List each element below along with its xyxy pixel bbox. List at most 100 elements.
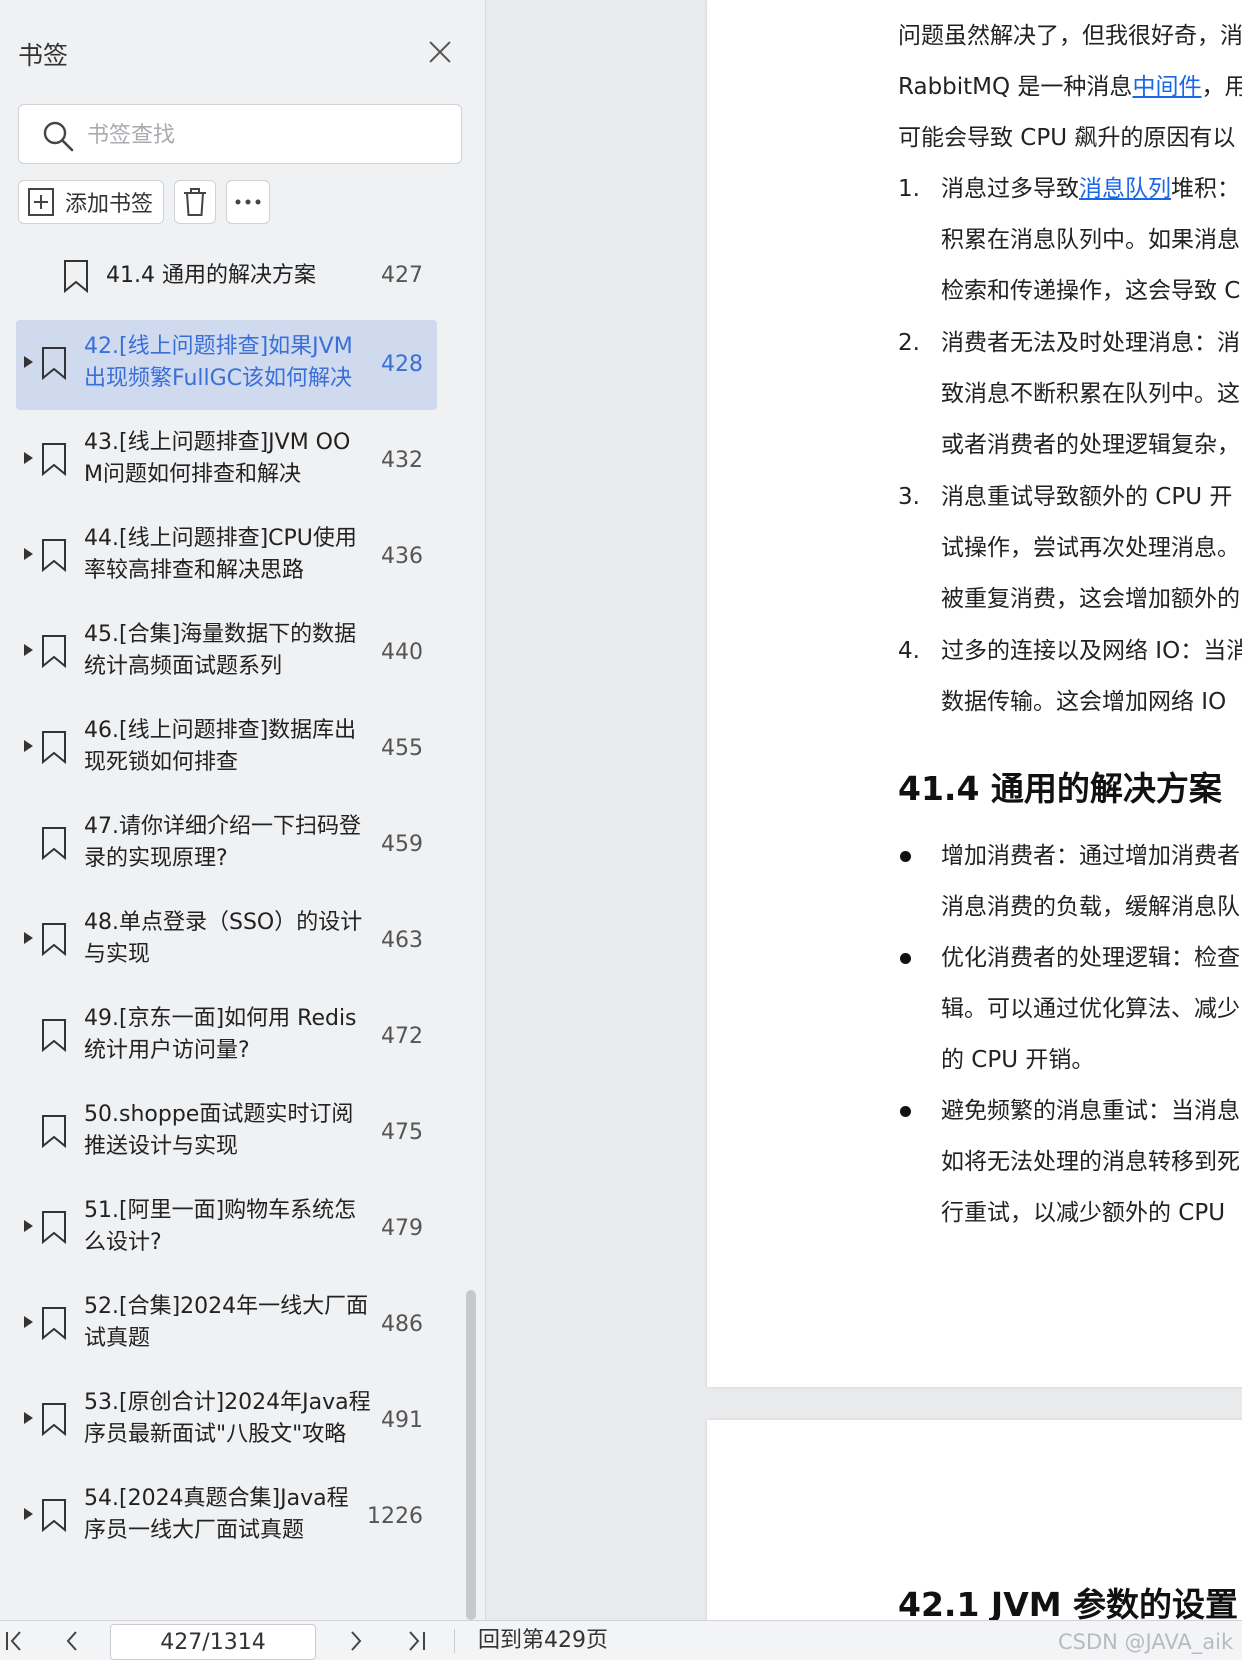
document-page: 问题虽然解决了，但我很好奇，消 RabbitMQ 是一种消息中间件，用 可能会导…	[707, 0, 1242, 1387]
bookmark-item[interactable]: 50.shoppe面试题实时订阅 推送设计与实现 475	[16, 1088, 437, 1178]
bookmark-title: 47.请你详细介绍一下扫码登 录的实现原理?	[84, 814, 361, 871]
bookmark-item[interactable]: 51.[阿里一面]购物车系统怎 么设计? 479	[16, 1184, 437, 1274]
bookmark-title: 42.[线上问题排查]如果JVM 出现频繁FullGC该如何解决	[84, 334, 353, 391]
bookmark-title: 41.4 通用的解决方案	[106, 263, 316, 288]
bookmark-item[interactable]: 41.4 通用的解决方案 427	[16, 250, 437, 302]
expand-arrow-icon[interactable]	[24, 1412, 33, 1424]
paragraph-line: 可能会导致 CPU 飙升的原因有以	[898, 125, 1236, 151]
bookmark-icon	[42, 923, 66, 956]
sidebar-title: 书签	[18, 41, 69, 70]
section-heading: 41.4 通用的解决方案	[898, 769, 1222, 808]
search-icon	[43, 121, 74, 152]
list-item-line: 消息过多导致消息队列堆积：	[941, 176, 1240, 202]
bookmark-title: 48.单点登录（SSO）的设计 与实现	[84, 910, 363, 967]
bullet-line: 如将无法处理的消息转移到死	[941, 1149, 1240, 1175]
expand-arrow-icon[interactable]	[24, 644, 33, 656]
expand-arrow-icon[interactable]	[24, 1316, 33, 1328]
bookmark-item[interactable]: 49.[京东一面]如何用 Redis 统计用户访问量? 472	[16, 992, 437, 1082]
bookmark-icon	[42, 827, 66, 860]
bookmark-title: 54.[2024真题合集]Java程 序员一线大厂面试真题	[84, 1486, 349, 1543]
last-page-icon[interactable]	[402, 1627, 430, 1655]
expand-arrow-icon[interactable]	[24, 1220, 33, 1232]
bookmark-icon	[42, 443, 66, 476]
bookmark-icon	[42, 1403, 66, 1436]
list-item-line: 致消息不断积累在队列中。这	[941, 381, 1240, 407]
back-to-page-button[interactable]: 回到第429页	[478, 1627, 608, 1655]
expand-arrow-icon[interactable]	[24, 932, 33, 944]
add-bookmark-icon	[28, 188, 54, 216]
bullet-line: 优化消费者的处理逻辑：检查	[941, 945, 1240, 971]
bookmark-title: 43.[线上问题排查]JVM OO M问题如何排查和解决	[84, 430, 351, 487]
bookmark-title: 46.[线上问题排查]数据库出 现死锁如何排查	[84, 718, 357, 775]
trash-icon	[184, 188, 206, 216]
bookmark-page: 455	[381, 736, 423, 761]
list-item-line: 检索和传递操作，这会导致 C	[941, 278, 1241, 304]
bookmark-sidebar: 书签 添加书签 41.4 通用的解决方案	[0, 0, 486, 1620]
bookmark-item[interactable]: 42.[线上问题排查]如果JVM 出现频繁FullGC该如何解决 428	[16, 320, 437, 410]
bullet-line: 避免频繁的消息重试：当消息	[941, 1098, 1240, 1124]
close-icon[interactable]	[424, 36, 456, 68]
more-options-button[interactable]	[226, 180, 270, 224]
list-item-line: 消息重试导致额外的 CPU 开	[941, 484, 1233, 510]
expand-arrow-icon[interactable]	[24, 740, 33, 752]
bookmark-icon	[42, 1211, 66, 1244]
delete-bookmark-button[interactable]	[174, 180, 216, 224]
bookmark-search-box[interactable]	[18, 104, 462, 164]
first-page-icon[interactable]	[2, 1627, 30, 1655]
expand-arrow-icon[interactable]	[24, 1508, 33, 1520]
bullet-line: 的 CPU 开销。	[941, 1047, 1095, 1073]
bookmark-item[interactable]: 47.请你详细介绍一下扫码登 录的实现原理? 459	[16, 800, 437, 890]
bookmark-page: 432	[381, 448, 423, 473]
middleware-link[interactable]: 中间件	[1132, 74, 1201, 100]
page-number-input[interactable]	[110, 1624, 316, 1660]
add-bookmark-button[interactable]: 添加书签	[18, 180, 164, 224]
chevron-left-icon[interactable]	[58, 1627, 86, 1655]
list-item-line: 被重复消费，这会增加额外的	[941, 586, 1240, 612]
document-viewer[interactable]: 问题虽然解决了，但我很好奇，消 RabbitMQ 是一种消息中间件，用 可能会导…	[487, 0, 1242, 1620]
page-navigation-bar: 回到第429页 CSDN @JAVA_aik	[0, 1620, 1242, 1660]
bookmark-item[interactable]: 52.[合集]2024年一线大厂面 试真题 486	[16, 1280, 437, 1370]
bookmark-page: 440	[381, 640, 423, 665]
paragraph-line: RabbitMQ 是一种消息中间件，用	[898, 74, 1242, 100]
bookmark-title: 49.[京东一面]如何用 Redis 统计用户访问量?	[84, 1006, 357, 1063]
bookmark-item[interactable]: 53.[原创合计]2024年Java程 序员最新面试"八股文"攻略 491	[16, 1376, 437, 1466]
bookmark-item[interactable]: 48.单点登录（SSO）的设计 与实现 463	[16, 896, 437, 986]
sidebar-scrollbar[interactable]	[466, 1290, 476, 1620]
bookmark-page: 1226	[367, 1504, 423, 1529]
bookmark-page: 427	[381, 263, 423, 288]
bookmark-page: 479	[381, 1216, 423, 1241]
bookmark-icon	[42, 1307, 66, 1340]
bookmark-page: 463	[381, 928, 423, 953]
bookmark-item[interactable]: 46.[线上问题排查]数据库出 现死锁如何排查 455	[16, 704, 437, 794]
bookmark-icon	[42, 539, 66, 572]
list-item-line: 消费者无法及时处理消息：消	[941, 330, 1240, 356]
list-number: 3.	[898, 484, 920, 510]
list-item-line: 过多的连接以及网络 IO：当消	[941, 638, 1242, 664]
list-item-line: 试操作，尝试再次处理消息。	[941, 535, 1240, 561]
bookmark-icon	[64, 260, 88, 293]
message-queue-link[interactable]: 消息队列	[1079, 176, 1171, 202]
bookmark-icon	[42, 635, 66, 668]
bookmark-item[interactable]: 43.[线上问题排查]JVM OO M问题如何排查和解决 432	[16, 416, 437, 506]
bullet-line: 行重试，以减少额外的 CPU	[941, 1200, 1226, 1226]
bullet-dot	[900, 953, 911, 964]
expand-arrow-icon[interactable]	[24, 548, 33, 560]
bookmark-item[interactable]: 44.[线上问题排查]CPU使用 率较高排查和解决思路 436	[16, 512, 437, 602]
expand-arrow-icon[interactable]	[24, 356, 33, 368]
bookmark-page: 486	[381, 1312, 423, 1337]
chevron-right-icon[interactable]	[342, 1627, 370, 1655]
bookmark-page: 428	[381, 352, 423, 377]
paragraph-line: 问题虽然解决了，但我很好奇，消	[898, 23, 1242, 49]
add-bookmark-label: 添加书签	[65, 192, 154, 217]
bookmark-title: 50.shoppe面试题实时订阅 推送设计与实现	[84, 1102, 354, 1159]
bookmark-icon	[42, 1019, 66, 1052]
list-item-line: 积累在消息队列中。如果消息	[941, 227, 1240, 253]
bookmark-search-input[interactable]	[87, 115, 447, 155]
bullet-dot	[900, 851, 911, 862]
expand-arrow-icon[interactable]	[24, 452, 33, 464]
bookmark-item[interactable]: 54.[2024真题合集]Java程 序员一线大厂面试真题 1226	[16, 1472, 437, 1562]
bookmark-list: 41.4 通用的解决方案 427 42.[线上问题排查]如果JVM 出现频繁Ful…	[0, 250, 486, 1620]
section-heading: 42.1 JVM 参数的设置	[898, 1585, 1239, 1620]
bullet-line: 增加消费者：通过增加消费者	[941, 843, 1240, 869]
bookmark-item[interactable]: 45.[合集]海量数据下的数据 统计高频面试题系列 440	[16, 608, 437, 698]
